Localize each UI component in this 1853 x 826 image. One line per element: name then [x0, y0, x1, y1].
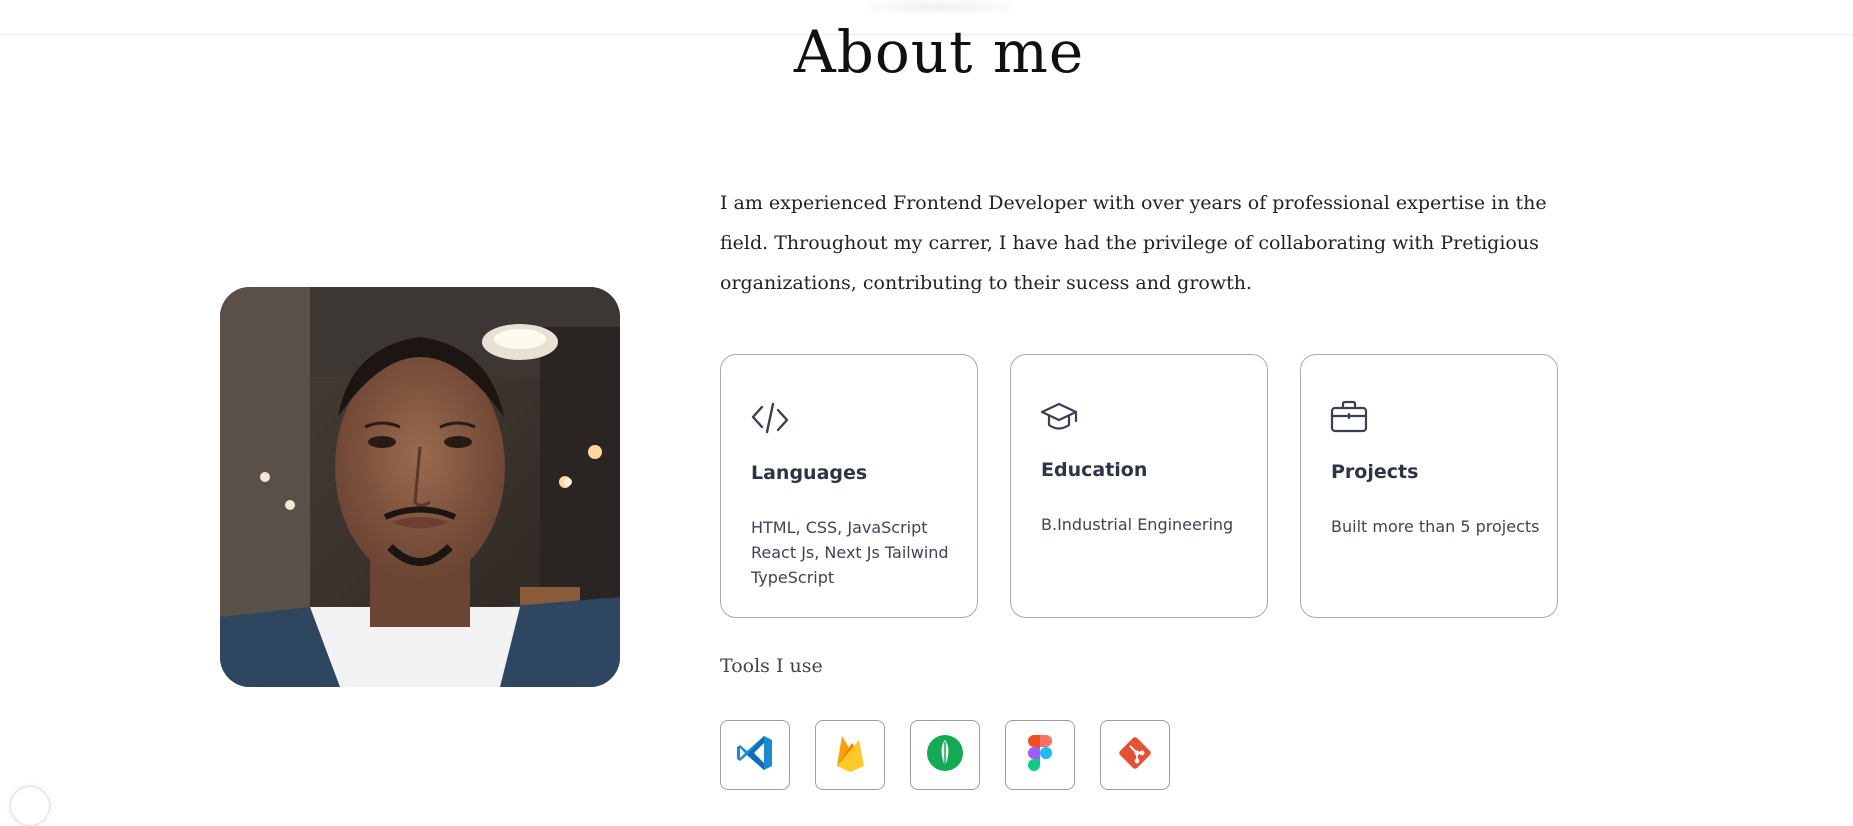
page-title: About me — [793, 18, 1085, 86]
tools-label: Tools I use — [720, 655, 823, 677]
tool-firebase[interactable] — [815, 720, 885, 790]
tool-git[interactable] — [1100, 720, 1170, 790]
git-icon — [1117, 735, 1153, 775]
tool-figma[interactable] — [1005, 720, 1075, 790]
graduation-cap-icon — [1040, 398, 1080, 442]
mongodb-icon — [925, 733, 965, 777]
card-description: B.Industrial Engineering — [1041, 515, 1234, 534]
code-icon — [750, 398, 790, 442]
firebase-icon — [832, 733, 868, 777]
profile-photo — [220, 287, 620, 687]
card-languages: Languages HTML, CSS, JavaScript React Js… — [720, 354, 978, 618]
card-title: Languages — [751, 462, 868, 484]
floating-badge[interactable] — [10, 786, 50, 826]
card-projects: Projects Built more than 5 projects — [1300, 354, 1558, 618]
card-description: HTML, CSS, JavaScript React Js, Next Js … — [751, 518, 949, 587]
card-title: Education — [1041, 459, 1148, 481]
card-education: Education B.Industrial Engineering — [1010, 354, 1268, 618]
figma-icon — [1027, 734, 1053, 776]
briefcase-icon — [1330, 398, 1370, 442]
vscode-icon — [735, 733, 775, 777]
card-description: Built more than 5 projects — [1331, 517, 1540, 536]
tool-mongodb[interactable] — [910, 720, 980, 790]
navbar-shadow — [870, 0, 1010, 14]
card-title: Projects — [1331, 461, 1419, 483]
tool-vscode[interactable] — [720, 720, 790, 790]
intro-paragraph: I am experienced Frontend Developer with… — [720, 192, 1547, 294]
